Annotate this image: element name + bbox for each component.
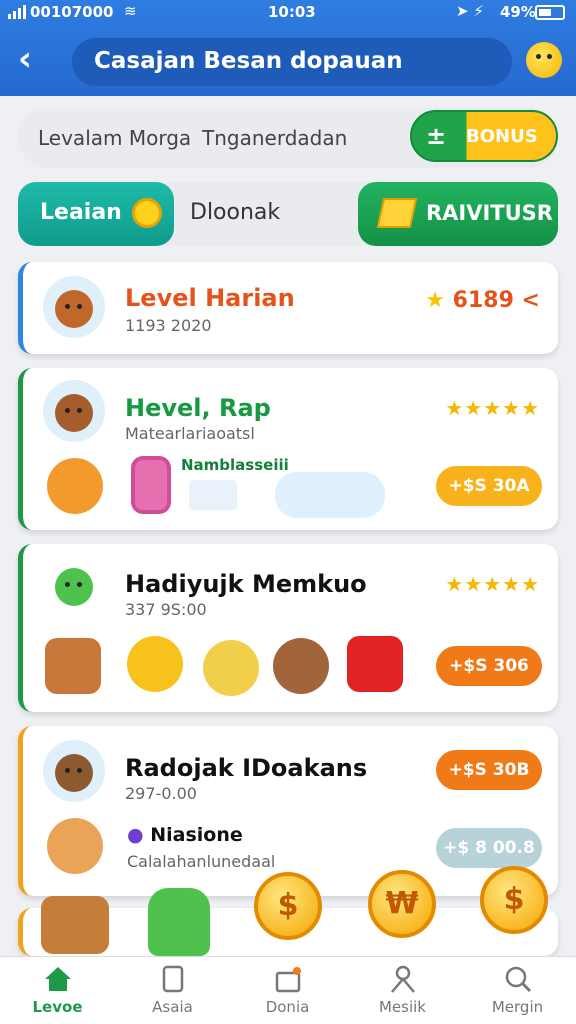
mascot-figure <box>148 888 210 956</box>
card-title: Level Harian <box>125 284 295 312</box>
coin-button[interactable]: ₩ <box>368 870 436 938</box>
item-title-text: Niasione <box>150 824 243 846</box>
level-card[interactable]: Radojak IDoakans 297-0.00 +$S 30B ● Nias… <box>18 726 558 896</box>
mascot-icon[interactable] <box>526 42 562 78</box>
tablet-icon <box>131 456 171 514</box>
tab-label: RAIVITUSR <box>426 201 553 225</box>
money-bag-icon <box>347 636 403 692</box>
card-title: Hevel, Rap <box>125 394 271 422</box>
card-title: Hadiyujk Memkuo <box>125 570 367 598</box>
fox-avatar <box>43 380 105 442</box>
fox-sticker-icon <box>47 458 103 514</box>
nav-label: Asaia <box>152 998 193 1016</box>
nav-item-levoe[interactable]: Levoe <box>0 957 115 1024</box>
gem-icon: ● <box>127 824 144 846</box>
tab-dloonak[interactable]: Dloonak <box>190 200 280 225</box>
nav-label: Mergin <box>491 998 544 1016</box>
carrier-text: 00107000 <box>30 3 114 21</box>
nav-item-donia[interactable]: Donia <box>230 957 345 1024</box>
person-icon <box>390 965 415 993</box>
status-bar: 00107000 ≋ 10:03 ➤ ⚡ 49% <box>0 0 576 26</box>
card-title: Radojak IDoakans <box>125 754 368 782</box>
coin-button[interactable]: $ <box>480 866 548 934</box>
level-card[interactable]: Hadiyujk Memkuo 337 9S:00 ★★★★★ +$S 306 <box>18 544 558 712</box>
reward-pill[interactable]: +$S 30B <box>436 750 542 790</box>
plus-icon: ± <box>426 122 447 150</box>
coin-icon <box>132 198 162 228</box>
lion-icon <box>47 818 103 874</box>
nav-item-mergin[interactable]: Mergin <box>460 957 575 1024</box>
rating-stars: ★★★★★ <box>445 396 540 420</box>
sun-sticker-icon <box>275 472 385 518</box>
calendar-icon <box>45 638 101 694</box>
bottom-nav: Levoe Asaia Donia Mesiik Mergin <box>0 956 576 1024</box>
card-subtitle: 337 9S:00 <box>125 600 207 619</box>
card-subtitle: 297-0.00 <box>125 784 197 803</box>
score-value: 6189 < <box>452 288 540 313</box>
coin-ball-icon <box>203 640 259 696</box>
battery-percent: 49% <box>500 3 536 21</box>
bonus-button[interactable]: ± BONUS <box>410 110 558 162</box>
card-caption: Namblasseiii <box>181 456 289 474</box>
tab-label: Leaian <box>40 200 122 225</box>
rating-stars: ★★★★★ <box>445 572 540 596</box>
reward-pill[interactable]: +$S 306 <box>436 646 542 686</box>
reward-pill[interactable]: +$S 30A <box>436 466 542 506</box>
coin-button[interactable]: $ <box>254 872 322 940</box>
fox-avatar <box>43 276 105 338</box>
location-icon: ➤ ⚡ <box>456 2 484 20</box>
level-card[interactable]: Level Harian 1193 2020 ★ 6189 < <box>18 262 558 354</box>
signal-icon <box>8 5 26 19</box>
nav-label: Mesiik <box>378 998 426 1016</box>
back-button[interactable]: ‹ <box>18 42 52 78</box>
home-icon <box>44 967 71 991</box>
fox-sticker-icon <box>273 638 329 694</box>
treasure-chest-icon <box>41 896 109 954</box>
cactus-avatar <box>43 554 105 616</box>
nav-item-mesiik[interactable]: Mesiik <box>345 957 460 1024</box>
clock: 10:03 <box>268 3 316 21</box>
reward-label: +$S 306 <box>449 656 529 676</box>
reward-label: +$ 8 00.8 <box>443 838 535 858</box>
wifi-icon: ≋ <box>124 2 137 20</box>
paper-plane-icon <box>189 480 237 510</box>
nav-label: Donia <box>265 998 310 1016</box>
gold-block-icon <box>376 198 418 228</box>
gift-box-icon <box>275 967 301 993</box>
item-subtitle: Calalahanlunedaal <box>127 852 276 871</box>
star-icon: ★ <box>425 288 445 313</box>
reward-label: +$S 30B <box>448 760 530 780</box>
fox-avatar <box>43 740 105 802</box>
emoji-sun-icon <box>127 636 183 692</box>
battery-icon <box>535 5 565 20</box>
card-subtitle: 1193 2020 <box>125 316 212 335</box>
bonus-label: BONUS <box>466 126 538 147</box>
tab-raivitusr[interactable]: RAIVITUSR <box>358 182 558 246</box>
filter-label-left[interactable]: Levalam Morga <box>38 126 191 150</box>
nav-label: Levoe <box>32 998 83 1016</box>
tablet-icon <box>162 965 183 993</box>
nav-item-asaia[interactable]: Asaia <box>115 957 230 1024</box>
reward-label: +$S 30A <box>448 476 530 496</box>
level-card[interactable]: Hevel, Rap Matearlariaoatsl ★★★★★ Nambla… <box>18 368 558 530</box>
top-bar: 00107000 ≋ 10:03 ➤ ⚡ 49% ‹ Casajan Besan… <box>0 0 576 96</box>
item-title: ● Niasione <box>127 824 243 846</box>
filter-label-right[interactable]: Tnganerdadan <box>202 126 347 150</box>
reward-pill-secondary[interactable]: +$ 8 00.8 <box>436 828 542 868</box>
score: ★ 6189 < <box>425 288 540 313</box>
card-subtitle: Matearlariaoatsl <box>125 424 255 443</box>
tab-leaian[interactable]: Leaian <box>18 182 174 246</box>
search-icon <box>505 966 531 993</box>
page-title: Casajan Besan dopauan <box>72 38 512 86</box>
